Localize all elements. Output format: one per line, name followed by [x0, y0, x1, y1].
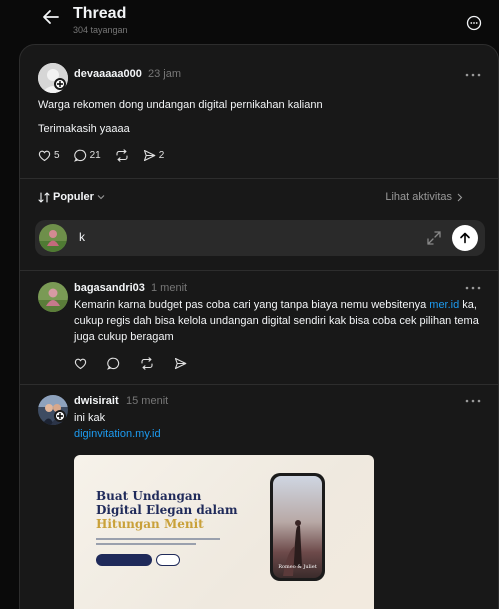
reply-text: ini kak — [74, 412, 106, 424]
preview-description-lines — [96, 538, 220, 545]
heart-icon — [74, 358, 87, 369]
thread-panel: devaaaaa000 23 jam Warga rekomen dong un… — [19, 44, 499, 609]
more-options-icon[interactable] — [466, 15, 482, 31]
back-arrow-icon[interactable] — [40, 6, 62, 28]
preview-secondary-button — [156, 554, 180, 566]
post-time: 23 jam — [148, 68, 182, 80]
repost-button[interactable] — [115, 148, 129, 162]
reply-text-part: Kemarin karna budget pas coba cari yang … — [74, 299, 430, 311]
link-preview-card[interactable]: Buat Undangan Digital Elegan dalam Hitun… — [74, 455, 374, 609]
reply-link[interactable]: mer.id — [429, 299, 459, 311]
comment-count: 21 — [89, 149, 101, 161]
comment-button[interactable] — [107, 357, 120, 370]
repost-button[interactable] — [140, 356, 154, 370]
send-reply-button[interactable] — [452, 225, 478, 251]
couple-photo-icon — [283, 520, 302, 576]
view-activity-link[interactable]: Lihat aktivitas — [385, 191, 464, 203]
sort-icon — [38, 191, 50, 203]
reply-actions — [74, 355, 201, 371]
avatar[interactable] — [38, 282, 68, 312]
phone-caption: Romeo & Juliet — [278, 564, 317, 570]
view-activity-label: Lihat aktivitas — [385, 191, 452, 203]
like-count: 5 — [54, 149, 60, 161]
reply-username[interactable]: dwisirait — [74, 395, 119, 407]
follow-plus-icon[interactable] — [54, 78, 66, 90]
view-count: 304 tayangan — [73, 25, 128, 35]
page-title: Thread — [73, 5, 127, 22]
post-more-icon[interactable] — [465, 72, 481, 78]
repost-icon — [141, 356, 153, 370]
arrow-up-icon — [460, 232, 470, 244]
follow-plus-icon[interactable] — [54, 410, 66, 422]
sort-label: Populer — [53, 191, 94, 203]
preview-headline-line: Digital Elegan dalam — [96, 503, 238, 517]
sort-dropdown[interactable]: Populer — [38, 191, 105, 203]
repost-icon — [116, 148, 128, 162]
reply-input[interactable] — [79, 230, 379, 244]
preview-headline-line: Buat Undangan — [96, 489, 202, 503]
share-button[interactable] — [174, 357, 187, 370]
reply-more-icon[interactable] — [465, 285, 481, 291]
thread-header: Thread 304 tayangan — [0, 0, 499, 44]
reply-text: Kemarin karna budget pas coba cari yang … — [74, 297, 484, 345]
my-avatar — [39, 224, 67, 252]
reply-more-icon[interactable] — [465, 398, 481, 404]
share-count: 2 — [158, 149, 165, 161]
send-icon — [174, 357, 187, 369]
divider — [20, 178, 498, 179]
expand-icon[interactable] — [425, 229, 443, 247]
preview-headline-accent: Hitungan Menit — [96, 517, 204, 531]
reply-username[interactable]: bagasandri03 — [74, 282, 145, 294]
phone-mockup: Romeo & Juliet — [270, 473, 325, 581]
reply-time: 15 menit — [126, 395, 169, 407]
divider — [20, 384, 498, 385]
chevron-right-icon — [457, 193, 463, 201]
post-username[interactable]: devaaaaa000 — [74, 68, 142, 80]
chevron-down-icon — [97, 195, 105, 200]
comment-icon — [73, 149, 86, 162]
divider — [20, 270, 498, 271]
reply-link[interactable]: diginvitation.my.id — [74, 426, 161, 442]
avatar-photo-icon — [38, 282, 68, 312]
phone-screen: Romeo & Juliet — [273, 476, 322, 578]
avatar-photo-icon — [39, 224, 67, 252]
share-button[interactable]: 2 — [143, 149, 165, 162]
comment-button[interactable]: 21 — [73, 149, 101, 162]
reply-composer — [35, 220, 485, 256]
comment-icon — [107, 357, 120, 370]
send-icon — [143, 149, 156, 161]
heart-icon — [38, 150, 51, 161]
post-actions: 5 21 2 — [38, 147, 178, 163]
post-text-line: Warga rekomen dong undangan digital pern… — [38, 99, 323, 111]
post-text-line: Terimakasih yaaaa — [38, 123, 130, 135]
like-button[interactable] — [74, 357, 87, 370]
reply-time: 1 menit — [151, 282, 188, 294]
preview-primary-button — [96, 554, 152, 566]
like-button[interactable]: 5 — [38, 149, 60, 162]
